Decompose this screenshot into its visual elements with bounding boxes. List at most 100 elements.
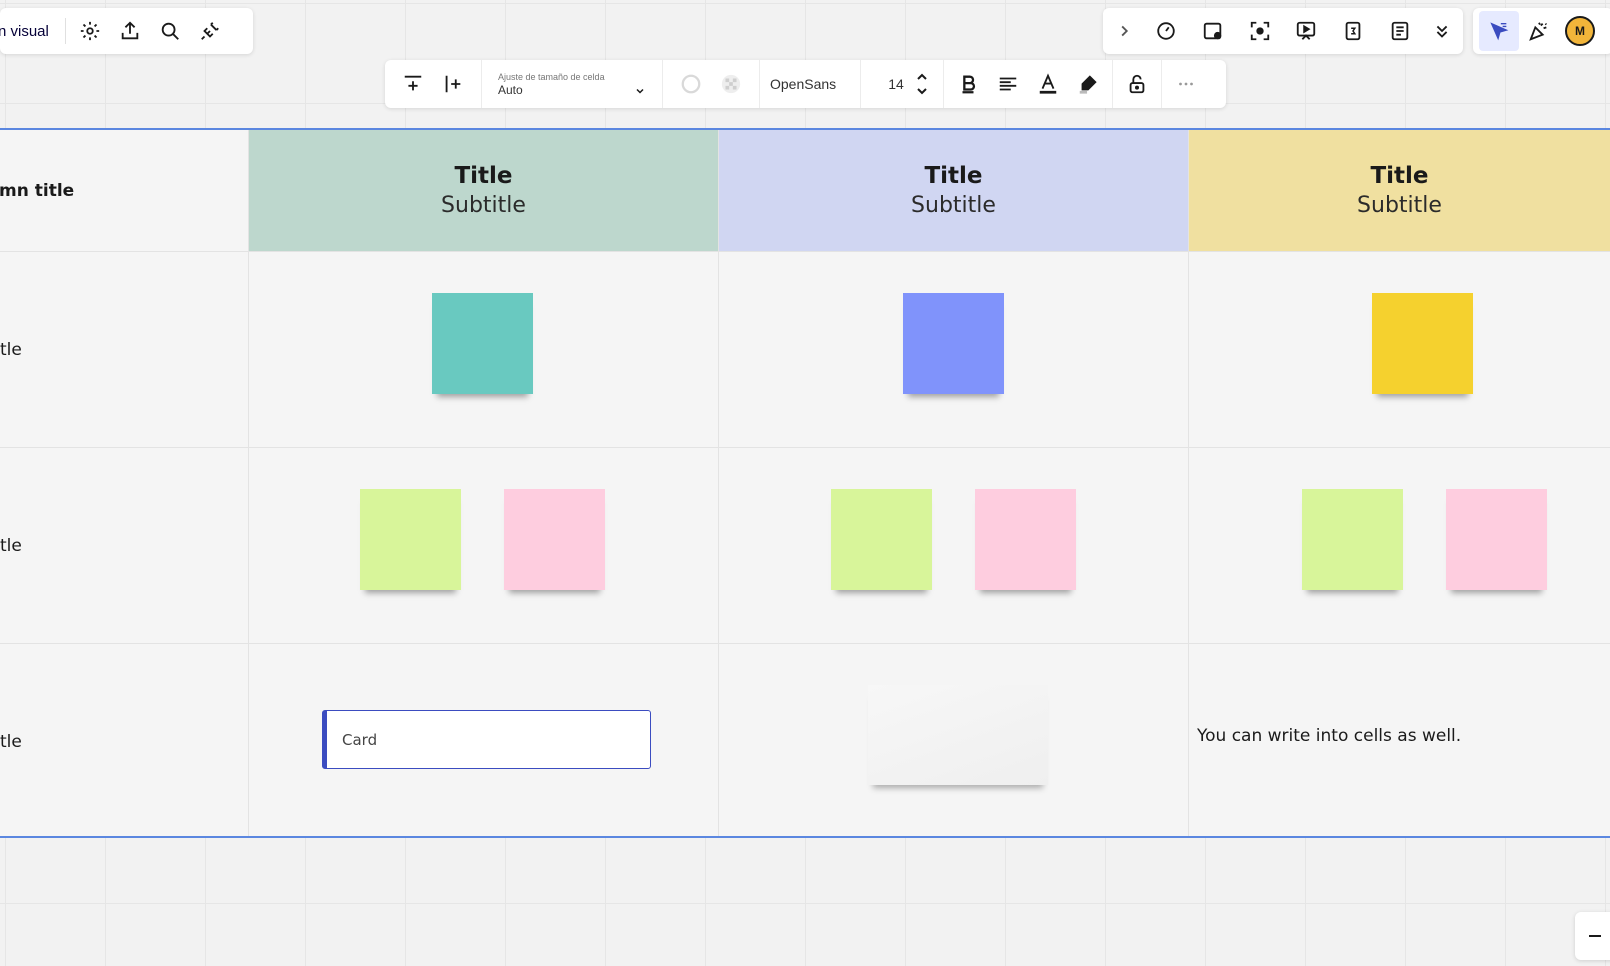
column-subtitle: Subtitle — [911, 193, 996, 218]
text-color-button[interactable] — [1028, 64, 1068, 104]
card[interactable]: Card — [322, 710, 651, 769]
zoom-out-button[interactable] — [1575, 912, 1610, 960]
sticky-note[interactable] — [1302, 489, 1403, 590]
highlighter-icon — [1079, 75, 1097, 94]
focus-button[interactable] — [1240, 11, 1280, 51]
present-button[interactable] — [1193, 11, 1233, 51]
column-header-1[interactable]: Title Subtitle — [249, 130, 718, 251]
present-icon — [1203, 22, 1221, 40]
align-left-icon — [999, 77, 1017, 91]
select-cursor-icon — [1490, 22, 1509, 41]
board-name[interactable]: n visual — [0, 23, 61, 40]
table-context-toolbar: Ajuste de tamaño de celda Auto OpenSans … — [385, 60, 1226, 108]
reactions-icon — [1529, 22, 1547, 41]
search-icon — [161, 22, 179, 40]
sticky-note[interactable] — [360, 489, 461, 590]
row-divider — [0, 251, 1610, 252]
circle-outline-icon — [681, 74, 701, 94]
sticky-note[interactable] — [1372, 293, 1473, 394]
cell-size-value: Auto — [498, 82, 523, 97]
mode-toolbar: M — [1473, 8, 1610, 54]
notes-icon — [1391, 21, 1409, 41]
cell-text[interactable]: You can write into cells as well. — [1197, 726, 1461, 746]
add-row-button[interactable] — [393, 64, 433, 104]
timer-button[interactable] — [1146, 11, 1186, 51]
column-header-title: mn title — [0, 180, 75, 201]
plugin-icon — [200, 22, 219, 40]
row-label: tle — [0, 732, 22, 752]
more-dots-icon — [1179, 82, 1193, 86]
cell-size-dropdown[interactable]: Ajuste de tamaño de celda Auto — [482, 60, 663, 108]
card-title: Card — [342, 730, 378, 749]
font-size-stepper[interactable]: 14 — [861, 60, 944, 108]
count-icon — [1345, 21, 1361, 41]
board-toolbar: n visual — [0, 8, 253, 54]
select-mode-button[interactable] — [1479, 11, 1519, 51]
presentation-button[interactable] — [1286, 11, 1326, 51]
column-title: Title — [924, 163, 983, 189]
transparent-fill-icon — [721, 74, 741, 94]
highlight-button[interactable] — [1068, 64, 1108, 104]
add-column-button[interactable] — [433, 64, 473, 104]
column-subtitle: Subtitle — [441, 193, 526, 218]
align-button[interactable] — [988, 64, 1028, 104]
more-options-button[interactable] — [1166, 64, 1206, 104]
sticky-note[interactable] — [504, 489, 605, 590]
minus-icon — [1589, 935, 1601, 937]
timer-icon — [1157, 22, 1175, 40]
sticky-note[interactable] — [831, 489, 932, 590]
sticky-note[interactable] — [432, 293, 533, 394]
sticky-note[interactable] — [975, 489, 1076, 590]
board-table[interactable]: mn title Title Subtitle Title Subtitle T… — [0, 128, 1610, 838]
bold-icon — [962, 75, 976, 94]
add-row-icon — [404, 75, 422, 91]
border-color-button[interactable] — [671, 64, 711, 104]
column-header-3[interactable]: Title Subtitle — [1189, 130, 1610, 251]
column-header-2[interactable]: Title Subtitle — [719, 130, 1188, 251]
presentation-icon — [1297, 21, 1316, 40]
reactions-button[interactable] — [1519, 11, 1559, 51]
text-color-icon — [1039, 73, 1057, 94]
column-divider — [248, 130, 249, 836]
chevron-right-icon — [1121, 25, 1129, 37]
lock-button[interactable] — [1117, 64, 1157, 104]
export-icon — [121, 21, 139, 40]
notes-button[interactable] — [1380, 11, 1420, 51]
search-button[interactable] — [150, 11, 190, 51]
row-divider — [0, 447, 1610, 448]
cell-size-caption: Ajuste de tamaño de celda — [498, 71, 605, 82]
focus-icon — [1250, 21, 1269, 41]
column-title: Title — [454, 163, 513, 189]
collapse-button[interactable] — [1109, 11, 1139, 51]
chevrons-down-icon — [1436, 25, 1448, 38]
row-label: tle — [0, 340, 22, 360]
document-note[interactable] — [868, 685, 1048, 785]
column-title: Title — [1370, 163, 1429, 189]
unlock-icon — [1129, 74, 1145, 94]
column-divider — [718, 130, 719, 836]
row-label: tle — [0, 536, 22, 556]
count-button[interactable] — [1333, 11, 1373, 51]
sticky-note[interactable] — [1446, 489, 1547, 590]
stepper-arrows-icon[interactable] — [915, 71, 929, 97]
plugins-button[interactable] — [190, 11, 230, 51]
settings-button[interactable] — [70, 11, 110, 51]
more-tools-button[interactable] — [1427, 11, 1457, 51]
font-family-select[interactable]: OpenSans — [760, 60, 861, 108]
bold-button[interactable] — [948, 64, 988, 104]
collaboration-toolbar — [1103, 8, 1463, 54]
chevron-down-icon — [636, 88, 644, 94]
fill-color-button[interactable] — [711, 64, 751, 104]
font-family-value: OpenSans — [770, 76, 837, 92]
export-button[interactable] — [110, 11, 150, 51]
column-header-first[interactable]: mn title — [0, 130, 248, 251]
font-size-value: 14 — [888, 76, 904, 92]
sticky-note[interactable] — [903, 293, 1004, 394]
add-column-icon — [445, 75, 461, 93]
avatar-initial: M — [1575, 24, 1585, 38]
column-divider — [1188, 130, 1189, 836]
column-subtitle: Subtitle — [1357, 193, 1442, 218]
gear-icon — [80, 21, 100, 41]
divider — [64, 18, 66, 44]
avatar[interactable]: M — [1565, 16, 1595, 46]
